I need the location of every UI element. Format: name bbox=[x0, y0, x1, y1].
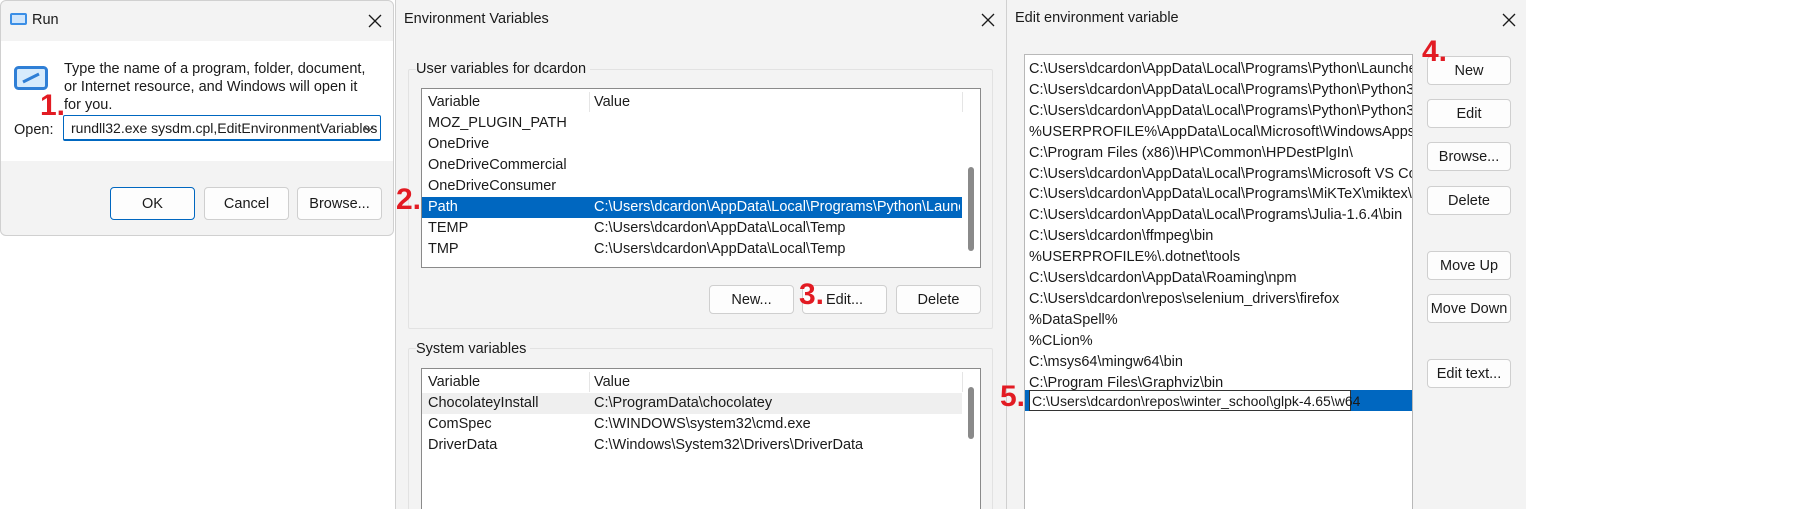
env-dialog: Environment Variables User variables for… bbox=[395, 0, 1007, 509]
edit-button[interactable]: Edit bbox=[1427, 99, 1511, 128]
step-3-annotation: 3. bbox=[799, 278, 825, 311]
edit-env-dialog: Edit environment variable C:\Users\dcard… bbox=[1006, 0, 1526, 509]
value-cell: C:\Windows\System32\Drivers\DriverData bbox=[594, 437, 864, 453]
user-delete-button[interactable]: Delete bbox=[896, 285, 981, 314]
table-row[interactable]: OneDriveCommercial bbox=[422, 155, 962, 176]
list-header: Variable Value bbox=[422, 90, 962, 114]
variable-cell: ComSpec bbox=[428, 416, 492, 432]
table-row[interactable]: DriverData C:\Windows\System32\Drivers\Dr… bbox=[422, 435, 962, 456]
system-variables-list[interactable]: Variable Value ChocolateyInstall C:\Progr… bbox=[421, 368, 981, 509]
edit-text-button[interactable]: Edit text... bbox=[1427, 359, 1511, 388]
browse-button[interactable]: Browse... bbox=[1427, 142, 1511, 171]
run-titlebar: Run bbox=[1, 1, 393, 41]
step-5-annotation: 5. bbox=[1000, 380, 1026, 413]
variable-cell: Path bbox=[428, 199, 458, 215]
scrollbar[interactable] bbox=[963, 89, 980, 267]
path-list[interactable]: C:\Users\dcardon\AppData\Local\Programs\… bbox=[1024, 54, 1413, 509]
path-edit-input[interactable]: C:\Users\dcardon\repos\winter_school\glp… bbox=[1029, 390, 1360, 411]
variable-cell: OneDriveCommercial bbox=[428, 157, 567, 173]
run-description: Type the name of a program, folder, docu… bbox=[64, 61, 366, 113]
variable-cell: MOZ_PLUGIN_PATH bbox=[428, 115, 567, 131]
step-2-annotation: 2. bbox=[396, 183, 422, 216]
env-title: Environment Variables bbox=[404, 11, 549, 27]
value-cell: C:\WINDOWS\system32\cmd.exe bbox=[594, 416, 811, 432]
column-divider[interactable] bbox=[589, 92, 590, 112]
edit-titlebar: Edit environment variable bbox=[1007, 0, 1526, 40]
table-row[interactable]: OneDriveConsumer bbox=[422, 176, 962, 197]
table-row[interactable]: OneDrive bbox=[422, 134, 962, 155]
variable-cell: DriverData bbox=[428, 437, 498, 453]
close-icon[interactable] bbox=[363, 9, 387, 33]
run-app-icon bbox=[10, 13, 27, 25]
list-header: Variable Value bbox=[422, 370, 962, 394]
column-divider[interactable] bbox=[589, 372, 590, 392]
table-row[interactable]: ChocolateyInstall C:\ProgramData\chocolat… bbox=[422, 393, 962, 414]
new-path-value[interactable]: C:\Users\dcardon\repos\winter_school\glp… bbox=[1032, 393, 1360, 409]
column-header-variable[interactable]: Variable bbox=[428, 90, 480, 114]
open-combobox[interactable]: rundll32.exe sysdm.cpl,EditEnvironmentVa… bbox=[63, 115, 381, 141]
env-titlebar: Environment Variables bbox=[396, 0, 1007, 40]
scrollbar-thumb[interactable] bbox=[968, 387, 974, 439]
run-title: Run bbox=[32, 12, 59, 28]
table-row[interactable]: TMP C:\Users\dcardon\AppData\Local\Temp bbox=[422, 239, 962, 260]
variable-cell: TEMP bbox=[428, 220, 469, 236]
value-cell: C:\Users\dcardon\AppData\Local\Programs\… bbox=[594, 199, 960, 215]
table-row[interactable]: TEMP C:\Users\dcardon\AppData\Local\Temp bbox=[422, 218, 962, 239]
scrollbar-thumb[interactable] bbox=[968, 167, 974, 251]
user-variables-list[interactable]: Variable Value MOZ_PLUGIN_PATH OneDrive On… bbox=[421, 88, 981, 268]
value-cell: C:\Users\dcardon\AppData\Local\Temp bbox=[594, 241, 846, 257]
column-header-value[interactable]: Value bbox=[594, 370, 630, 394]
column-header-variable[interactable]: Variable bbox=[428, 370, 480, 394]
ok-button[interactable]: OK bbox=[110, 187, 195, 220]
variable-cell: OneDriveConsumer bbox=[428, 178, 557, 194]
delete-button[interactable]: Delete bbox=[1427, 186, 1511, 215]
table-row[interactable]: ComSpec C:\WINDOWS\system32\cmd.exe bbox=[422, 414, 962, 435]
system-variables-label: System variables bbox=[416, 341, 531, 357]
cancel-button[interactable]: Cancel bbox=[204, 187, 289, 220]
table-row[interactable]: Path C:\Users\dcardon\AppData\Local\Progr… bbox=[422, 197, 962, 218]
user-new-button[interactable]: New... bbox=[709, 285, 794, 314]
table-row[interactable]: MOZ_PLUGIN_PATH bbox=[422, 113, 962, 134]
variable-cell: OneDrive bbox=[428, 136, 490, 152]
move-down-button[interactable]: Move Down bbox=[1427, 294, 1511, 323]
open-input[interactable]: rundll32.exe sysdm.cpl,EditEnvironmentVa… bbox=[71, 120, 377, 136]
step-4-annotation: 4. bbox=[1422, 35, 1448, 68]
variable-cell: ChocolateyInstall bbox=[428, 395, 539, 411]
value-cell: C:\Users\dcardon\AppData\Local\Temp bbox=[594, 220, 846, 236]
variable-cell: TMP bbox=[428, 241, 459, 257]
scrollbar[interactable] bbox=[963, 369, 980, 509]
edit-title: Edit environment variable bbox=[1015, 10, 1179, 26]
step-1-annotation: 1. bbox=[40, 89, 66, 122]
close-icon[interactable] bbox=[1497, 8, 1521, 32]
column-header-value[interactable]: Value bbox=[594, 90, 630, 114]
user-variables-label: User variables for dcardon bbox=[416, 61, 591, 77]
open-label: Open: bbox=[14, 122, 54, 138]
close-icon[interactable] bbox=[976, 8, 1000, 32]
value-cell: C:\ProgramData\chocolatey bbox=[594, 395, 773, 411]
chevron-down-icon[interactable] bbox=[363, 122, 375, 138]
browse-button[interactable]: Browse... bbox=[297, 187, 382, 220]
move-up-button[interactable]: Move Up bbox=[1427, 251, 1511, 280]
